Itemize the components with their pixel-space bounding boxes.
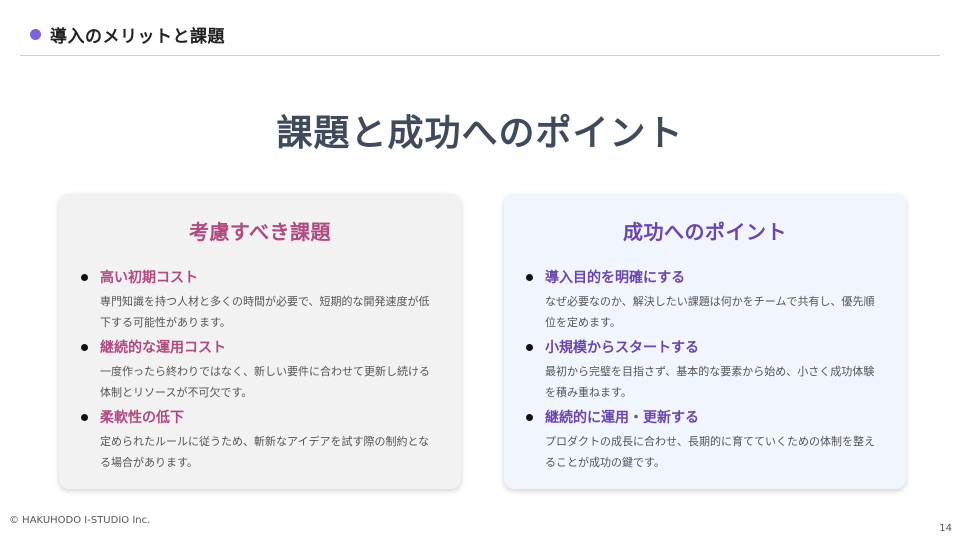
item-title: 継続的な運用コスト <box>100 340 226 356</box>
item-title: 導入目的を明確にする <box>545 270 686 286</box>
bullet-icon <box>81 414 88 421</box>
list-item: 小規模からスタートする 最初から完璧を目指さず、基本的な要素から始め、小さく成功… <box>524 339 886 403</box>
list-item: 継続的な運用コスト 一度作ったら終わりではなく、新しい要件に合わせて更新し続ける… <box>79 339 441 403</box>
item-title: 小規模からスタートする <box>545 340 699 356</box>
bullet-icon <box>526 344 533 351</box>
card-title: 考慮すべき課題 <box>188 220 332 244</box>
item-title: 継続的に運用・更新する <box>545 410 699 426</box>
item-description: 専門知識を持つ人材と多くの時間が必要で、短期的な開発速度が低下する可能性がありま… <box>100 295 430 329</box>
item-title: 高い初期コスト <box>100 270 198 286</box>
item-description: 定められたルールに従うため、斬新なアイデアを試す際の制約となる場合があります。 <box>100 435 430 469</box>
item-title: 柔軟性の低下 <box>100 410 184 426</box>
bullet-dot-icon <box>30 29 41 40</box>
item-description: プロダクトの成長に合わせ、長期的に育てていくための体制を整えることが成功の鍵です… <box>545 435 875 469</box>
success-points-card: 成功へのポイント 導入目的を明確にする なぜ必要なのか、解決したい課題は何かをチ… <box>504 194 906 489</box>
list-item: 継続的に運用・更新する プロダクトの成長に合わせ、長期的に育てていくための体制を… <box>524 409 886 473</box>
page-number: 14 <box>939 523 952 534</box>
list-item: 柔軟性の低下 定められたルールに従うため、斬新なアイデアを試す際の制約となる場合… <box>79 409 441 473</box>
section-header: 導入のメリットと課題 <box>30 22 225 47</box>
copyright-text: © HAKUHODO I-STUDIO Inc. <box>9 515 151 526</box>
bullet-icon <box>526 414 533 421</box>
challenges-card: 考慮すべき課題 高い初期コスト 専門知識を持つ人材と多くの時間が必要で、短期的な… <box>59 194 461 489</box>
page-title: 課題と成功へのポイント <box>276 113 684 154</box>
bullet-icon <box>81 344 88 351</box>
header-divider <box>20 55 940 56</box>
list-item: 高い初期コスト 専門知識を持つ人材と多くの時間が必要で、短期的な開発速度が低下す… <box>79 269 441 333</box>
item-description: 一度作ったら終わりではなく、新しい要件に合わせて更新し続ける体制とリソースが不可… <box>100 365 430 399</box>
card-title: 成功へのポイント <box>623 220 787 244</box>
section-title: 導入のメリットと課題 <box>50 27 225 47</box>
item-description: なぜ必要なのか、解決したい課題は何かをチームで共有し、優先順位を定めます。 <box>545 295 875 329</box>
bullet-icon <box>81 274 88 281</box>
list-item: 導入目的を明確にする なぜ必要なのか、解決したい課題は何かをチームで共有し、優先… <box>524 269 886 333</box>
bullet-icon <box>526 274 533 281</box>
item-description: 最初から完璧を目指さず、基本的な要素から始め、小さく成功体験を積み重ねます。 <box>545 365 875 399</box>
